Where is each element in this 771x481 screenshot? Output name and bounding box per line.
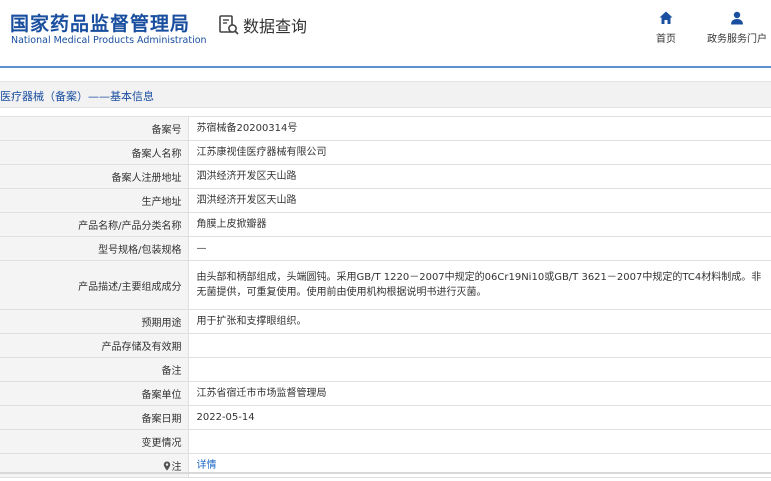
table-row: 备案人名称 江苏康视佳医疗器械有限公司	[0, 140, 771, 165]
table-row: 产品描述/主要组成成分 由头部和柄部组成，头端圆钝。采用GB/T 1220－20…	[0, 260, 771, 310]
record-info-table: 备案号 苏宿械备20200314号 备案人名称 江苏康视佳医疗器械有限公司 备案…	[0, 116, 771, 478]
header-divider	[0, 66, 771, 68]
field-value: —	[188, 236, 771, 261]
user-icon	[731, 11, 743, 25]
field-value: 用于扩张和支撑眼组织。	[188, 309, 771, 334]
data-query-label: 数据查询	[243, 17, 308, 36]
table-row: 预期用途 用于扩张和支撑眼组织。	[0, 309, 771, 334]
nav-home[interactable]: 首页	[651, 10, 681, 45]
table-row: 产品名称/产品分类名称 角膜上皮掀瓣器	[0, 212, 771, 237]
field-label: 产品名称/产品分类名称	[0, 212, 189, 237]
field-label: 产品描述/主要组成成分	[0, 260, 189, 310]
location-pin-icon	[163, 461, 170, 471]
data-query-title: 数据查询	[218, 13, 307, 37]
table-row: 备案人注册地址 泗洪经济开发区天山路	[0, 164, 771, 189]
field-value: 由头部和柄部组成，头端圆钝。采用GB/T 1220－2007中规定的06Cr19…	[188, 260, 771, 310]
nav-service-portal[interactable]: 政务服务门户	[704, 10, 770, 45]
table-row: 备注	[0, 357, 771, 382]
field-label: 产品存储及有效期	[0, 333, 189, 358]
site-logo-title[interactable]: 国家药品监督管理局	[10, 9, 190, 36]
field-value: 泗洪经济开发区天山路	[188, 164, 771, 189]
field-label: 备案人注册地址	[0, 164, 189, 189]
field-label: 备注	[0, 357, 189, 382]
table-row: 备案单位 江苏省宿迁市市场监督管理局	[0, 381, 771, 406]
document-search-icon	[219, 15, 239, 35]
field-label: 备案日期	[0, 405, 189, 430]
field-value	[188, 333, 771, 358]
field-label: 变更情况	[0, 429, 189, 454]
home-icon	[659, 11, 673, 24]
field-label: 型号规格/包装规格	[0, 236, 189, 261]
breadcrumb-bar: 医疗器械（备案）——基本信息	[0, 81, 771, 108]
field-value: 2022-05-14	[188, 405, 771, 430]
field-value: 角膜上皮掀瓣器	[188, 212, 771, 237]
field-label: 备案号	[0, 116, 189, 141]
field-value: 苏宿械备20200314号	[188, 116, 771, 141]
field-label: 备案人名称	[0, 140, 189, 165]
field-value: 泗洪经济开发区天山路	[188, 188, 771, 213]
table-row: 备案日期 2022-05-14	[0, 405, 771, 430]
nav-home-label: 首页	[656, 34, 676, 45]
table-row: 产品存储及有效期	[0, 333, 771, 358]
field-value: 江苏省宿迁市市场监督管理局	[188, 381, 771, 406]
nav-service-label: 政务服务门户	[707, 34, 767, 45]
site-header: 国家药品监督管理局 National Medical Products Admi…	[0, 0, 771, 62]
field-label: 预期用途	[0, 309, 189, 334]
field-value	[188, 357, 771, 382]
site-logo-subtitle: National Medical Products Administration	[11, 35, 207, 46]
table-row: 备案号 苏宿械备20200314号	[0, 116, 771, 141]
field-value: 江苏康视佳医疗器械有限公司	[188, 140, 771, 165]
breadcrumb: 医疗器械（备案）——基本信息	[0, 90, 154, 103]
footer-divider	[0, 472, 771, 474]
table-row: 变更情况	[0, 429, 771, 454]
field-value	[188, 429, 771, 454]
field-label: 生产地址	[0, 188, 189, 213]
table-row: 生产地址 泗洪经济开发区天山路	[0, 188, 771, 213]
table-row: 型号规格/包装规格 —	[0, 236, 771, 261]
field-label: 备案单位	[0, 381, 189, 406]
details-link[interactable]: 详情	[197, 460, 217, 471]
